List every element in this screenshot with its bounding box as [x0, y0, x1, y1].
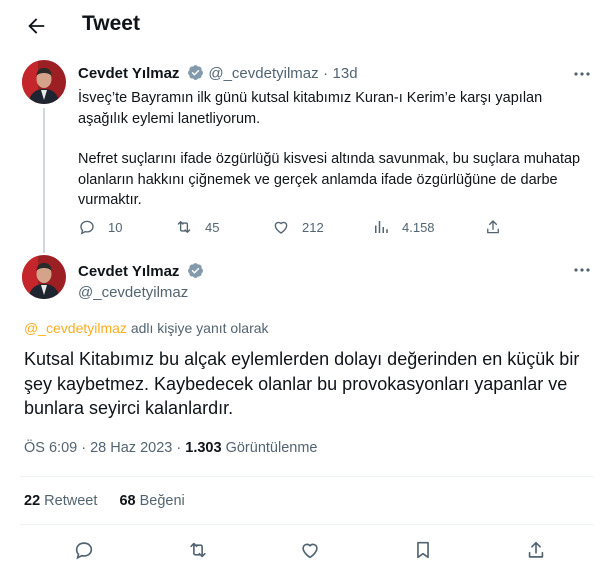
views-count: 1.303 [185, 440, 222, 456]
like-label: Beğeni [139, 493, 185, 509]
tweet1-text: İsveç’te Bayramın ilk günü kutsal kitabı… [78, 88, 594, 211]
more-icon [574, 268, 590, 272]
views-count: 4.158 [402, 219, 435, 235]
retweet-count: 45 [205, 219, 220, 235]
retweet-icon [177, 221, 191, 233]
reply-context-label: adlı kişiye yanıt olarak [130, 320, 269, 336]
likes-stat[interactable]: 68 Beğeni [119, 493, 184, 509]
analytics-icon [375, 221, 388, 233]
reply-icon [80, 220, 94, 235]
like-count: 68 [119, 493, 136, 509]
share-button[interactable] [523, 537, 549, 563]
page-title: Tweet [82, 12, 140, 35]
author-name[interactable]: Cevdet Yılmaz [78, 65, 179, 82]
more-options-button[interactable] [570, 262, 594, 278]
arrow-left-icon [28, 18, 45, 34]
back-button[interactable] [20, 10, 52, 42]
more-icon [574, 72, 590, 76]
retweet-icon [190, 542, 206, 558]
author-handle[interactable]: @_cevdetyilmaz [208, 65, 318, 82]
engagement-stats: 22 Retweet 68 Beğeni [24, 493, 185, 509]
retweet-button[interactable] [185, 537, 211, 563]
like-count: 212 [302, 219, 324, 235]
tweet-metadata: ÖS 6:09 · 28 Haz 2023 · 1.303 Görüntülen… [24, 440, 317, 456]
retweet-label: Retweet [44, 493, 98, 509]
thread-connector-line [43, 108, 45, 253]
tweet2-text: Kutsal Kitabımız bu alçak eylemlerden do… [24, 349, 580, 418]
avatar[interactable] [22, 60, 66, 104]
like-action[interactable]: 212 [272, 218, 324, 236]
share-action[interactable] [484, 218, 502, 236]
views-action[interactable]: 4.158 [372, 218, 435, 236]
tweet-date[interactable]: 28 Haz 2023 [90, 440, 172, 456]
separator-dot: · [323, 65, 329, 82]
avatar[interactable] [22, 255, 66, 299]
divider [20, 524, 594, 525]
tweet-time[interactable]: ÖS 6:09 [24, 440, 77, 456]
retweet-count: 22 [24, 493, 41, 509]
share-icon [487, 220, 499, 234]
tweet1-header: Cevdet Yılmaz @_cevdetyilmaz · 13d [78, 64, 358, 83]
bookmark-icon [417, 541, 429, 559]
tweet2-header: Cevdet Yılmaz [78, 262, 204, 281]
reply-context: @_cevdetyilmaz adlı kişiye yanıt olarak [24, 320, 269, 336]
verified-badge-icon [187, 65, 203, 80]
reply-button[interactable] [71, 537, 97, 563]
heart-icon [274, 221, 288, 234]
more-options-button[interactable] [570, 66, 594, 82]
heart-icon [302, 543, 318, 559]
like-button[interactable] [297, 537, 323, 563]
verified-badge-icon [187, 263, 203, 278]
author-name[interactable]: Cevdet Yılmaz [78, 263, 179, 280]
share-icon [528, 541, 544, 558]
reply-action[interactable]: 10 [78, 218, 122, 236]
separator-dot: · [176, 440, 182, 456]
retweets-stat[interactable]: 22 Retweet [24, 493, 101, 509]
reply-mention-link[interactable]: @_cevdetyilmaz [24, 320, 127, 336]
retweet-action[interactable]: 45 [175, 218, 219, 236]
tweet1-paragraph-2: Nefret suçlarını ifade özgürlüğü kisvesi… [78, 151, 581, 208]
divider [20, 476, 594, 477]
tweet1-paragraph-1: İsveç’te Bayramın ilk günü kutsal kitabı… [78, 90, 543, 127]
separator-dot: · [81, 440, 87, 456]
views-label: Görüntülenme [225, 440, 318, 456]
author-handle[interactable]: @_cevdetyilmaz [78, 284, 188, 301]
reply-icon [75, 542, 93, 560]
bookmark-button[interactable] [410, 537, 436, 563]
reply-count: 10 [108, 219, 123, 235]
tweet-time[interactable]: 13d [333, 65, 358, 82]
